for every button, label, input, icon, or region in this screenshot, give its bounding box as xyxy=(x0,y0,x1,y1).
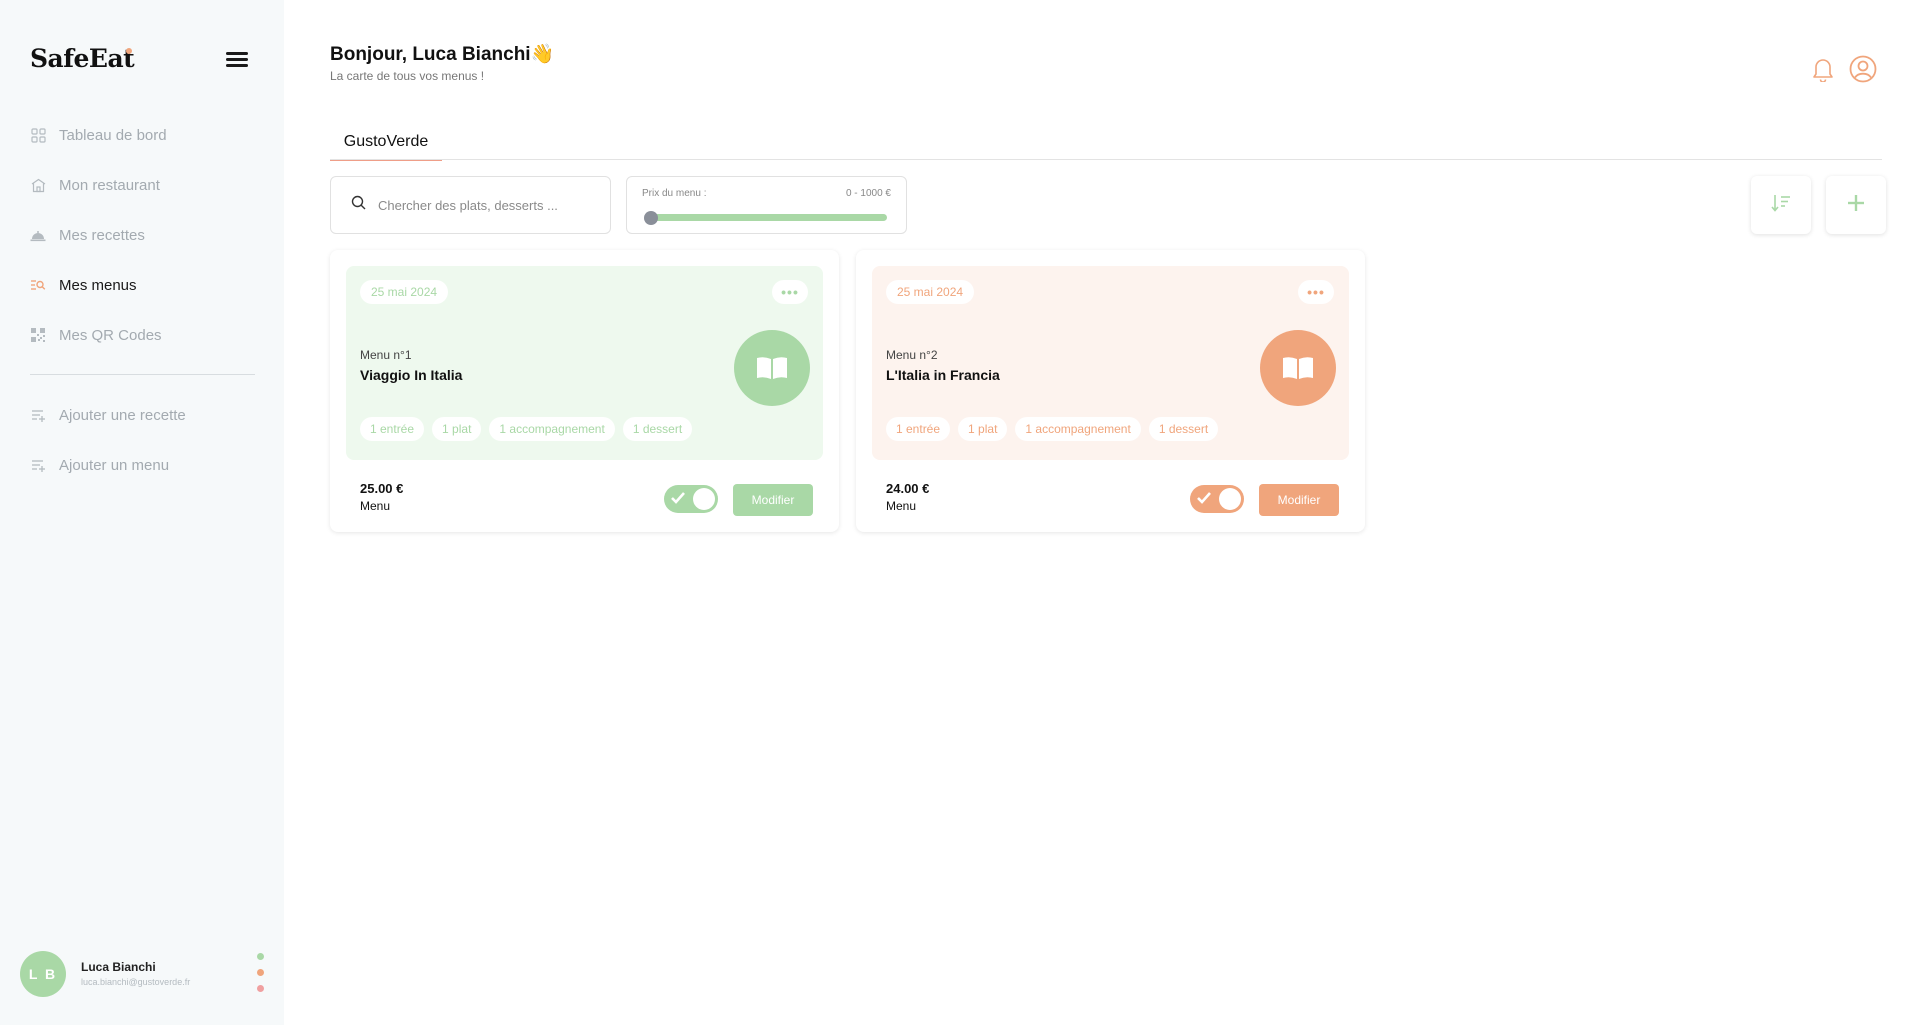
hamburger-menu-icon[interactable] xyxy=(226,52,248,68)
sidebar-item-label: Tableau de bord xyxy=(59,126,167,144)
menu-card-header: 25 mai 2024 ••• Menu n°2 L'Italia in Fra… xyxy=(872,266,1349,460)
sort-button[interactable] xyxy=(1751,176,1811,234)
menu-tag: 1 dessert xyxy=(1148,417,1219,441)
add-list-icon xyxy=(30,407,46,423)
more-options-icon[interactable]: ••• xyxy=(772,280,808,304)
toggle-knob xyxy=(693,488,715,510)
price-filter: Prix du menu : 0 - 1000 € xyxy=(626,176,907,234)
menu-tag: 1 plat xyxy=(432,417,482,441)
sidebar-item-label: Mon restaurant xyxy=(59,176,160,194)
search-box[interactable] xyxy=(330,176,611,234)
cloche-icon xyxy=(30,227,46,243)
menu-price-unit: Menu xyxy=(360,499,391,513)
sidebar-item-dashboard[interactable]: Tableau de bord xyxy=(30,124,167,146)
menu-name: Viaggio In Italia xyxy=(360,367,463,383)
menu-date: 25 mai 2024 xyxy=(360,280,449,304)
sidebar-action-add-recipe[interactable]: Ajouter une recette xyxy=(30,404,186,426)
menu-date: 25 mai 2024 xyxy=(886,280,975,304)
menu-tag: 1 dessert xyxy=(622,417,693,441)
menu-card[interactable]: 25 mai 2024 ••• Menu n°2 L'Italia in Fra… xyxy=(856,250,1365,532)
sidebar-action-label: Ajouter un menu xyxy=(59,456,170,474)
menu-active-toggle[interactable] xyxy=(1190,485,1244,513)
price-filter-range: 0 - 1000 € xyxy=(845,188,891,199)
add-menu-button[interactable] xyxy=(1826,176,1886,234)
menu-card-header: 25 mai 2024 ••• Menu n°1 Viaggio In Ital… xyxy=(346,266,823,460)
menu-price: 25.00 € xyxy=(360,481,404,496)
menu-name: L'Italia in Francia xyxy=(886,367,1000,383)
user-options-icon[interactable] xyxy=(257,953,265,1001)
check-icon xyxy=(670,491,686,510)
toggle-knob xyxy=(1219,488,1241,510)
menu-tag: 1 plat xyxy=(958,417,1008,441)
price-slider-track[interactable] xyxy=(647,214,887,221)
menu-active-toggle[interactable] xyxy=(664,485,718,513)
avatar: L B xyxy=(20,951,66,997)
plus-icon xyxy=(1847,194,1865,217)
menu-price: 24.00 € xyxy=(886,481,930,496)
app-logo[interactable]: SafeEat xyxy=(30,44,135,73)
price-filter-label: Prix du menu : xyxy=(642,188,707,199)
sidebar-item-menus[interactable]: Mes menus xyxy=(30,274,137,296)
page-title: Bonjour, Luca Bianchi👋 xyxy=(330,44,555,65)
sidebar-action-label: Ajouter une recette xyxy=(59,406,186,424)
tab-divider xyxy=(330,159,1882,160)
book-icon xyxy=(734,330,810,406)
tab-gustoverde[interactable]: GustoVerde xyxy=(330,130,442,161)
sidebar-item-recipes[interactable]: Mes recettes xyxy=(30,224,145,246)
menu-number: Menu n°2 xyxy=(886,348,938,362)
book-icon xyxy=(1260,330,1336,406)
sidebar-item-label: Mes QR Codes xyxy=(59,326,162,344)
modify-button[interactable]: Modifier xyxy=(733,484,813,516)
bell-icon[interactable] xyxy=(1812,56,1834,87)
menu-tag: 1 entrée xyxy=(886,417,951,441)
menu-number: Menu n°1 xyxy=(360,348,412,362)
menu-card[interactable]: 25 mai 2024 ••• Menu n°1 Viaggio In Ital… xyxy=(330,250,839,532)
menu-tags: 1 entrée 1 plat 1 accompagnement 1 desse… xyxy=(886,417,1219,441)
sidebar: SafeEat Tableau de bord Mon restaurant M… xyxy=(0,0,284,1025)
menu-price-unit: Menu xyxy=(886,499,917,513)
sidebar-item-qr-codes[interactable]: Mes QR Codes xyxy=(30,324,162,346)
menu-tags: 1 entrée 1 plat 1 accompagnement 1 desse… xyxy=(360,417,693,441)
user-name: Luca Bianchi xyxy=(81,960,156,974)
qr-code-icon xyxy=(30,327,46,343)
sidebar-divider xyxy=(30,374,255,375)
menu-tag: 1 accompagnement xyxy=(1015,417,1141,441)
modify-button[interactable]: Modifier xyxy=(1259,484,1339,516)
price-slider-thumb[interactable] xyxy=(644,211,658,225)
sidebar-item-label: Mes recettes xyxy=(59,226,145,244)
more-options-icon[interactable]: ••• xyxy=(1298,280,1334,304)
logo-dot xyxy=(126,48,132,54)
search-input[interactable] xyxy=(378,197,598,213)
menu-tag: 1 accompagnement xyxy=(489,417,615,441)
sidebar-item-label: Mes menus xyxy=(59,276,137,294)
menu-tag: 1 entrée xyxy=(360,417,425,441)
page-subtitle: La carte de tous vos menus ! xyxy=(330,69,485,83)
user-email: luca.bianchi@gustoverde.fr xyxy=(81,977,191,987)
search-icon xyxy=(351,195,366,215)
sort-icon xyxy=(1771,194,1791,217)
check-icon xyxy=(1196,491,1212,510)
restaurant-icon xyxy=(30,177,46,193)
menu-search-icon xyxy=(30,277,46,293)
user-circle-icon[interactable] xyxy=(1849,55,1877,88)
sidebar-action-add-menu[interactable]: Ajouter un menu xyxy=(30,454,169,476)
sidebar-item-restaurant[interactable]: Mon restaurant xyxy=(30,174,160,196)
add-list-icon xyxy=(30,457,46,473)
dashboard-icon xyxy=(30,127,46,143)
